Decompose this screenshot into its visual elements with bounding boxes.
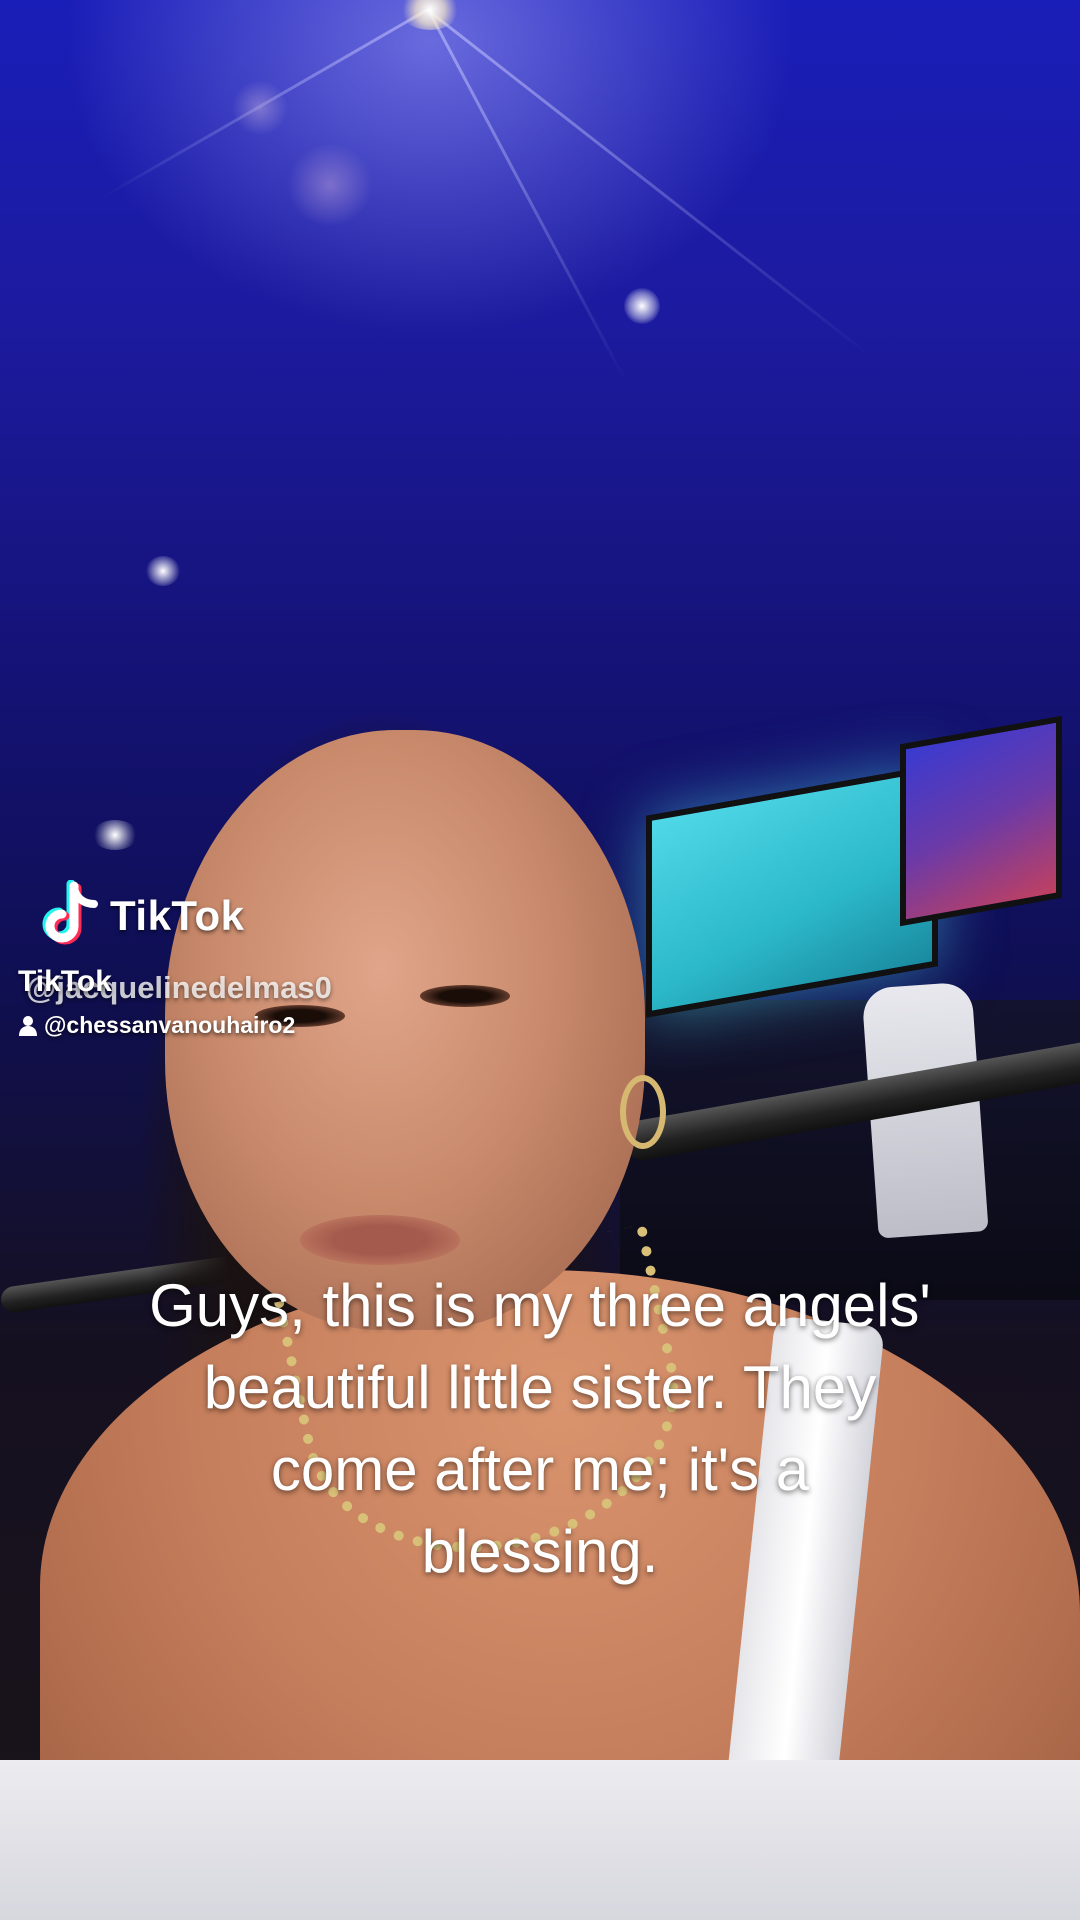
caption-line: blessing. [421,1518,659,1585]
caption-line: Guys, this is my three angels' [149,1272,931,1339]
original-sound-handle[interactable]: @chessanvanouhairo2 [18,1012,295,1039]
earring [620,1075,666,1149]
light-ray [427,10,628,383]
tiktok-watermark: TikTok [40,879,245,952]
person-icon [18,1015,38,1037]
eye [420,985,510,1007]
ceiling-light [285,145,375,225]
tiktok-brand-small: TikTok [18,965,112,998]
ceiling-light [624,288,660,324]
ceiling-light [232,80,288,136]
ceiling-light [146,556,180,586]
video-frame[interactable]: TikTok @jacquelinedelmas0 TikTok @chessa… [0,0,1080,1920]
caption-line: beautiful little sister. They [203,1354,877,1421]
dress [0,1760,1080,1920]
tiktok-logo-icon [40,879,104,952]
lips [300,1215,460,1265]
tv-screen [900,715,1062,927]
tv-screen [646,764,938,1018]
tiktok-brand-text: TikTok [110,892,245,939]
caption-line: come after me; it's a [270,1436,810,1503]
video-caption: Guys, this is my three angels' beautiful… [30,1265,1050,1593]
original-sound-handle-text: @chessanvanouhairo2 [44,1012,296,1038]
